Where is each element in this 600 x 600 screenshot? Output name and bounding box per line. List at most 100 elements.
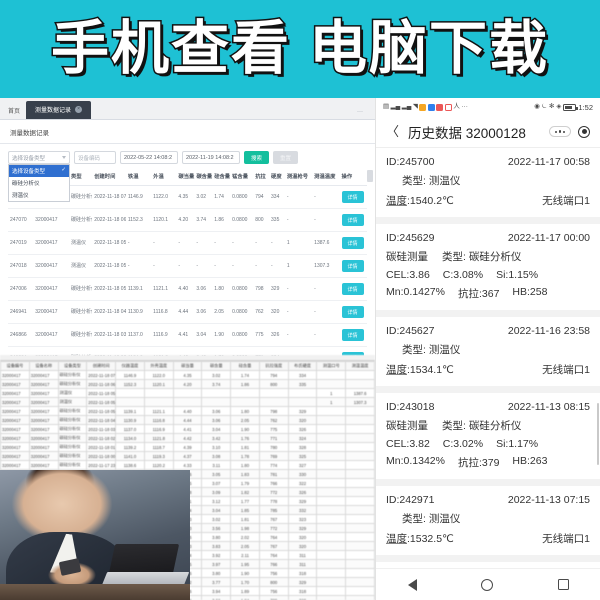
spreadsheet-cell: 3.42 (201, 433, 232, 443)
dropdown-option-1[interactable]: 碳硅分析仪 (9, 177, 69, 189)
record-values-row-1: CEL:3.82 C:3.02% Si:1.17% (386, 438, 590, 450)
phone-scrollbar[interactable] (596, 403, 599, 465)
table-cell-gt: - (312, 277, 340, 301)
detail-button[interactable]: 详情 (341, 306, 364, 318)
history-record-card[interactable]: ID:242971 2022-11-13 07:15 类型: 测温仪 温度:1532.… (376, 486, 600, 555)
spreadsheet-cell (345, 478, 375, 488)
spreadsheet-row[interactable]: 3200041732000417碳硅分析仪2022-11-18 00:52:44… (0, 451, 375, 461)
table-row[interactable]: 24700632000417碳硅分析仪2022-11-18 05:44:1411… (8, 277, 367, 301)
table-cell-gt: - (312, 208, 340, 232)
horizontal-scrollbar[interactable] (367, 170, 373, 182)
record-si: Si:1.17% (496, 438, 539, 450)
spreadsheet-cell: 1 (316, 397, 347, 407)
history-record-card[interactable]: ID:245700 2022-11-17 00:58 类型: 测温仪 温度:1540.… (376, 148, 600, 217)
device-code-input[interactable]: 设备编码 (74, 151, 116, 164)
spreadsheet-cell (316, 406, 347, 416)
record-top-row: ID:243018 2022-11-13 08:15 (386, 401, 590, 413)
table-cell-si: 1.74 (212, 185, 231, 209)
history-record-card[interactable]: ID:245629 2022-11-17 00:00 碳硅测量 类型: 碳硅分析仪 CE… (376, 224, 600, 310)
table-cell-t1: 1139.1 (125, 277, 152, 301)
search-button[interactable]: 搜索 (244, 151, 270, 164)
tab-overflow-icon[interactable]: ··· (345, 105, 375, 119)
spreadsheet-cell: 3.08 (201, 451, 232, 461)
reset-button[interactable]: 重置 (273, 151, 299, 164)
spreadsheet-row[interactable]: 3200041732000417碳硅分析仪2022-11-18 03:54:07… (0, 424, 375, 434)
close-miniprogram-icon[interactable] (578, 125, 590, 138)
spreadsheet-cell: 4.37 (172, 451, 203, 461)
table-cell-t1: - (125, 231, 152, 255)
spreadsheet-cell: 766 (258, 559, 289, 569)
spreadsheet-row[interactable]: 3200041732000417碳硅分析仪2022-11-18 01:46:19… (0, 442, 375, 452)
table-row[interactable]: 24701832000417测温仪2022-11-18 05:51:41----… (8, 254, 367, 278)
spreadsheet-cell (316, 514, 347, 524)
spreadsheet-row[interactable]: 3200041732000417碳硅分析仪2022-11-18 07:39:41… (0, 370, 375, 380)
device-type-select-value: 选择设备类型 (12, 155, 46, 162)
more-options-icon[interactable] (549, 126, 571, 137)
table-cell-mn: - (230, 254, 254, 278)
dropdown-option-2[interactable]: 测温仪 (9, 189, 69, 201)
detail-button[interactable]: 详情 (341, 260, 364, 272)
column-header: 类型 (69, 167, 93, 186)
spreadsheet-cell: 329 (287, 523, 318, 533)
end-date-input[interactable]: 2022-11-19 14:08:2 (182, 151, 240, 164)
spreadsheet-cell: 767 (258, 541, 289, 551)
detail-button[interactable]: 详情 (341, 329, 364, 341)
detail-button[interactable]: 详情 (341, 191, 364, 203)
spreadsheet-cell: 780 (258, 442, 289, 452)
spreadsheet-row[interactable]: 3200041732000417碳硅分析仪2022-11-18 06:38:40… (0, 379, 375, 389)
spreadsheet-column-header: 设备编号 (0, 361, 30, 371)
table-cell-si: - (212, 254, 231, 278)
dropdown-option-0[interactable]: 选择设备类型 ✓ (9, 165, 69, 177)
spreadsheet-cell: 767 (258, 514, 289, 524)
app-notification-icon-3 (436, 103, 444, 111)
back-chevron-icon[interactable]: 〈 (386, 125, 399, 138)
detail-button[interactable]: 详情 (341, 237, 364, 249)
table-cell-t2: - (151, 231, 177, 255)
record-hb: HB:258 (512, 286, 548, 298)
spreadsheet-column-header: 碳当量 (172, 361, 203, 371)
spreadsheet-row[interactable]: 3200041732000417碳硅分析仪2022-11-18 02:54:50… (0, 433, 375, 443)
table-cell-type: 碳硅分析仪 (69, 323, 93, 347)
spreadsheet-cell (316, 595, 347, 600)
table-row[interactable]: 24686632000417碳硅分析仪2022-11-18 03:54:0711… (8, 323, 367, 347)
table-row[interactable]: 24701932000417测温仪2022-11-18 05:51:43----… (8, 231, 367, 255)
spreadsheet-cell: 1116.9 (143, 424, 174, 434)
start-date-input[interactable]: 2022-05-22 14:08:2 (120, 151, 178, 164)
spreadsheet-cell (345, 577, 375, 587)
column-header: 抗拉 (253, 167, 270, 186)
history-record-card[interactable]: ID:245627 2022-11-16 23:58 类型: 测温仪 温度:1534.… (376, 317, 600, 386)
table-body: 24714432000417碳硅分析仪2022-11-18 07:39:4111… (8, 185, 367, 370)
spreadsheet-row[interactable]: 3200041732000417测温仪2022-11-18 05:51:4311… (0, 388, 375, 398)
table-cell-gun: - (284, 277, 313, 301)
table-row[interactable]: 24707032000417碳硅分析仪2022-11-18 06:38:4011… (8, 208, 367, 232)
spreadsheet-row[interactable]: 3200041732000417碳硅分析仪2022-11-18 04:52:03… (0, 415, 375, 425)
record-c: C:3.08% (442, 269, 484, 281)
spreadsheet-cell: 32000417 (0, 442, 30, 452)
spreadsheet-cell: 2022-11-18 02:54:50 (86, 433, 117, 443)
history-record-list[interactable]: ID:245700 2022-11-17 00:58 类型: 测温仪 温度:1540.… (376, 148, 600, 568)
spreadsheet-row[interactable]: 3200041732000417碳硅分析仪2022-11-17 23:40:10… (0, 460, 375, 470)
nav-recents-icon[interactable] (557, 579, 569, 590)
spreadsheet-cell: 3.06 (201, 415, 232, 425)
table-cell-ce: 4.35 (176, 185, 195, 209)
photo-desk (0, 584, 190, 600)
nav-home-icon[interactable] (481, 578, 494, 591)
table-cell-si: 1.86 (212, 208, 231, 232)
table-row[interactable]: 24694132000417碳硅分析仪2022-11-18 04:52:0311… (8, 300, 367, 324)
device-type-dropdown[interactable]: 选择设备类型 ✓ 碳硅分析仪 测温仪 (8, 164, 70, 202)
detail-button[interactable]: 详情 (341, 283, 364, 295)
device-type-select[interactable]: 选择设备类型 (8, 151, 70, 164)
spreadsheet-cell: 2.05 (230, 415, 260, 425)
record-type-label: 类型: 测温仪 (402, 513, 461, 525)
spreadsheet-row[interactable]: 3200041732000417碳硅分析仪2022-11-18 05:44:14… (0, 406, 375, 416)
history-record-card[interactable]: ID:243018 2022-11-13 08:15 碳硅测量 类型: 碳硅分析仪 CE… (376, 393, 600, 479)
spreadsheet-cell: 1139.2 (115, 442, 145, 452)
detail-button[interactable]: 详情 (341, 214, 364, 226)
nav-back-icon[interactable] (408, 578, 418, 591)
record-temperature: 温度:1534.1℃ (386, 364, 454, 376)
spreadsheet-cell: 800 (258, 379, 289, 389)
close-icon[interactable]: × (75, 106, 83, 113)
tab-measurement-records[interactable]: 测量数据记录 × (26, 101, 92, 119)
tab-home[interactable]: 首页 (2, 103, 26, 119)
spreadsheet-row[interactable]: 3200041732000417测温仪2022-11-18 05:51:4111… (0, 397, 375, 407)
